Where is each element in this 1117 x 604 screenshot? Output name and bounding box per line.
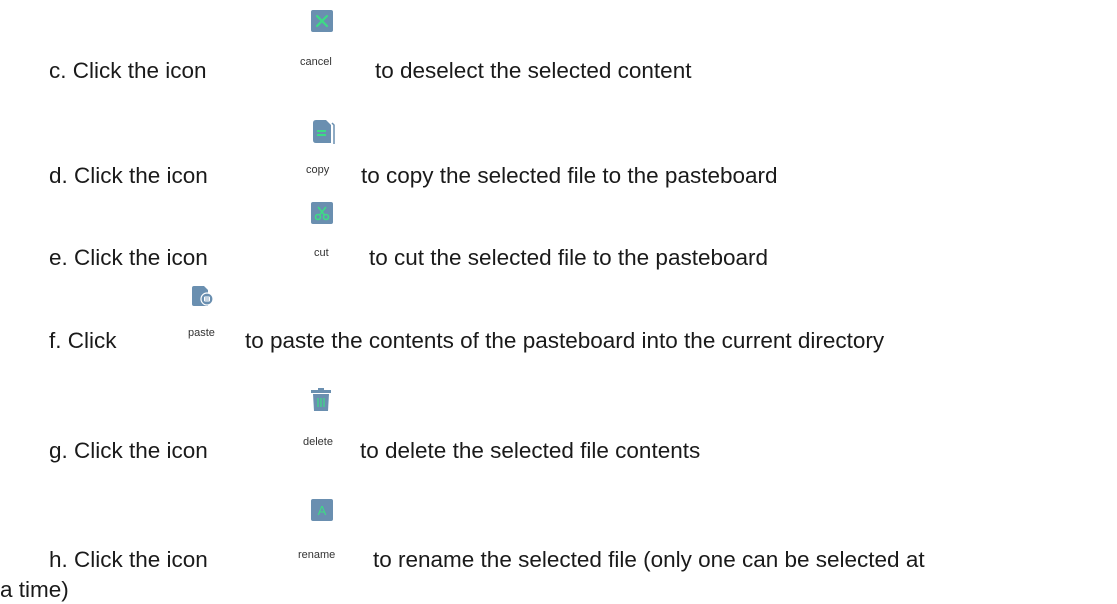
item-g: g. Click the icon	[49, 437, 208, 465]
item-g-prefix: g. Click the icon	[49, 438, 208, 463]
copy-icon	[311, 119, 335, 145]
item-c-prefix: c. Click the icon	[49, 58, 207, 83]
item-h-suffix: to rename the selected file (only one ca…	[373, 547, 925, 572]
item-e-prefix: e. Click the icon	[49, 245, 208, 270]
item-d-prefix: d. Click the icon	[49, 163, 208, 188]
paste-icon-figure	[190, 285, 214, 307]
rename-icon-figure: A	[311, 499, 333, 521]
paste-icon-label: paste	[188, 327, 215, 339]
item-f: f. Click	[49, 327, 117, 355]
item-e-suffix: to cut the selected file to the pasteboa…	[369, 245, 769, 270]
delete-icon-figure	[310, 388, 332, 412]
item-f-suffix: to paste the contents of the pasteboard …	[245, 328, 885, 353]
cut-icon	[311, 202, 333, 224]
item-c-suffix: to deselect the selected content	[375, 58, 692, 83]
item-g-suffix: to delete the selected file contents	[360, 438, 701, 463]
item-d: d. Click the icon	[49, 162, 208, 190]
item-d-suffix: to copy the selected file to the pastebo…	[361, 163, 778, 188]
svg-text:A: A	[318, 503, 327, 518]
copy-icon-figure	[311, 119, 335, 145]
rename-icon-label: rename	[298, 549, 336, 561]
rename-icon: A	[311, 499, 333, 521]
cancel-icon-label: cancel	[300, 56, 332, 68]
delete-icon	[310, 388, 332, 412]
item-h: h. Click the icon	[49, 546, 208, 574]
item-h-continuation: a time)	[0, 577, 69, 602]
item-c: c. Click the icon	[49, 57, 207, 85]
cut-icon-figure	[311, 202, 333, 224]
paste-icon	[190, 285, 214, 307]
cut-icon-label: cut	[314, 247, 329, 259]
cancel-icon	[311, 10, 333, 32]
cancel-icon-figure	[311, 10, 333, 32]
item-e: e. Click the icon	[49, 244, 208, 272]
item-h-prefix: h. Click the icon	[49, 547, 208, 572]
delete-icon-label: delete	[303, 436, 333, 448]
item-f-prefix: f. Click	[49, 328, 117, 353]
copy-icon-label: copy	[306, 164, 330, 176]
